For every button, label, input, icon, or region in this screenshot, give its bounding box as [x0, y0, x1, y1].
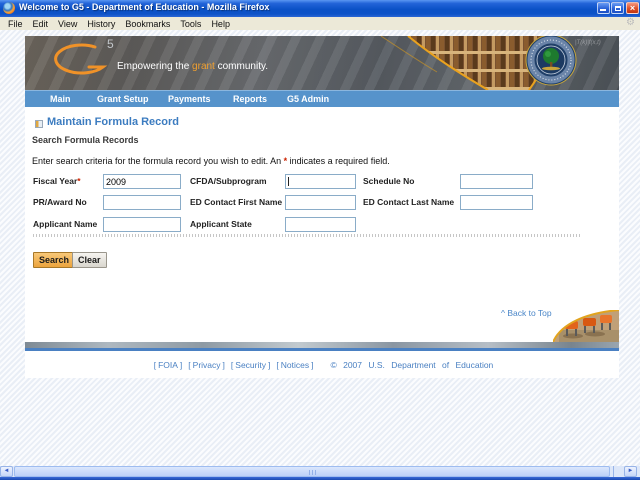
ed-contact-last-name-label: ED Contact Last Name — [363, 197, 455, 207]
browser-viewport: 5 Empowering the grant community. |T(k)|… — [0, 30, 640, 466]
tagline-pre: Empowering the — [117, 61, 193, 72]
chalkboard-formula: |T(k)|f(x,t) — [575, 40, 601, 46]
notices-link[interactable]: Notices — [281, 360, 309, 370]
pr-award-no-label: PR/Award No — [33, 197, 87, 207]
minimize-button[interactable] — [597, 2, 610, 14]
ed-contact-first-name-input[interactable] — [285, 195, 356, 210]
privacy-link[interactable]: Privacy — [193, 360, 221, 370]
tagline-post: community. — [214, 61, 269, 72]
nav-payments[interactable]: Payments — [168, 94, 211, 104]
firefox-window: Welcome to G5 - Department of Education … — [0, 0, 640, 480]
g5-logo-number: 5 — [107, 37, 114, 51]
scrollbar-grip-icon — [309, 470, 317, 475]
back-to-top-link[interactable]: ^ Back to Top — [501, 308, 552, 318]
applicant-state-input[interactable] — [285, 217, 356, 232]
bracket: ] — [179, 359, 183, 370]
main-nav: Main Grant Setup Payments Reports G5 Adm… — [25, 90, 619, 107]
applicant-name-input[interactable] — [103, 217, 181, 232]
close-button[interactable]: × — [626, 2, 639, 14]
menu-edit[interactable]: Edit — [28, 19, 54, 29]
footer-link-security: [Security] — [231, 360, 270, 370]
fiscal-year-label-text: Fiscal Year — [33, 176, 78, 186]
bracket: ] — [222, 359, 225, 370]
instruction-text: Enter search criteria for the formula re… — [32, 156, 390, 166]
banner-tagline: Empowering the grant community. — [117, 61, 268, 72]
menu-bar: File Edit View History Bookmarks Tools H… — [0, 17, 640, 30]
menu-bookmarks[interactable]: Bookmarks — [120, 19, 175, 29]
schedule-no-label: Schedule No — [363, 176, 415, 186]
menu-help[interactable]: Help — [206, 19, 235, 29]
security-link[interactable]: Security — [235, 360, 266, 370]
menu-view[interactable]: View — [53, 19, 82, 29]
fiscal-year-required-asterisk: * — [77, 176, 81, 186]
ed-contact-first-name-label: ED Contact First Name — [190, 197, 283, 207]
bracket: [ — [276, 359, 279, 370]
scroll-right-button[interactable]: ► — [624, 466, 637, 477]
activity-throbber-icon: ⚙ — [626, 17, 635, 28]
bracket: ] — [311, 359, 314, 370]
pr-award-no-input[interactable] — [103, 195, 181, 210]
classroom-chairs-photo — [553, 310, 619, 342]
cfda-subprogram-label: CFDA/Subprogram — [190, 176, 267, 186]
bracket: [ — [188, 359, 191, 370]
page-title-icon — [35, 120, 43, 128]
page-content-column: 5 Empowering the grant community. |T(k)|… — [25, 36, 619, 378]
footer-link-privacy: [Privacy] — [188, 360, 225, 370]
scroll-left-button[interactable]: ◄ — [0, 466, 13, 477]
g5-banner: 5 Empowering the grant community. |T(k)|… — [25, 36, 619, 90]
bracket: [ — [153, 359, 157, 370]
applicant-state-label: Applicant State — [190, 219, 252, 229]
window-title: Welcome to G5 - Department of Education … — [19, 2, 270, 12]
cfda-subprogram-input[interactable] — [285, 174, 356, 189]
section-title: Search Formula Records — [32, 135, 139, 145]
footer-link-foia: [FOIA] — [154, 360, 183, 370]
tagline-highlight: grant — [192, 61, 215, 72]
instruction-post: indicates a required field. — [287, 156, 390, 166]
title-bar: Welcome to G5 - Department of Education … — [0, 0, 640, 17]
menu-history[interactable]: History — [82, 19, 120, 29]
bracket: [ — [230, 359, 234, 370]
ed-seal — [525, 36, 577, 86]
nav-main[interactable]: Main — [50, 94, 71, 104]
restore-icon — [615, 6, 621, 11]
fiscal-year-label: Fiscal Year* — [33, 174, 81, 189]
dotted-separator — [33, 234, 581, 237]
applicant-name-label: Applicant Name — [33, 219, 98, 229]
firefox-icon — [3, 2, 15, 14]
text-cursor — [288, 177, 289, 186]
scrollbar-separator — [613, 466, 614, 477]
footer-link-notices: [Notices] — [276, 360, 313, 370]
fiscal-year-input[interactable] — [103, 174, 181, 189]
instruction-pre: Enter search criteria for the formula re… — [32, 156, 284, 166]
nav-reports[interactable]: Reports — [233, 94, 267, 104]
menu-file[interactable]: File — [3, 19, 28, 29]
search-formula-page: Maintain Formula Record Search Formula R… — [25, 107, 619, 342]
horizontal-scrollbar[interactable]: ◄ ► — [0, 466, 640, 477]
foia-link[interactable]: FOIA — [158, 360, 178, 370]
bracket: ] — [268, 359, 271, 370]
footer-links: [FOIA] [Privacy] [Security] [Notices] © … — [25, 351, 619, 378]
copyright-text: © 2007 U.S. Department of Education — [330, 359, 494, 370]
menu-tools[interactable]: Tools — [175, 19, 206, 29]
nav-g5-admin[interactable]: G5 Admin — [287, 94, 329, 104]
search-button[interactable]: Search — [33, 252, 76, 268]
page-title: Maintain Formula Record — [47, 116, 180, 128]
clear-button[interactable]: Clear — [72, 252, 107, 268]
g5-logo — [54, 43, 108, 75]
scrollbar-thumb[interactable] — [14, 466, 610, 477]
nav-grant-setup[interactable]: Grant Setup — [97, 94, 149, 104]
restore-button[interactable] — [611, 2, 624, 14]
minimize-icon — [600, 9, 606, 11]
ed-contact-last-name-input[interactable] — [460, 195, 533, 210]
schedule-no-input[interactable] — [460, 174, 533, 189]
